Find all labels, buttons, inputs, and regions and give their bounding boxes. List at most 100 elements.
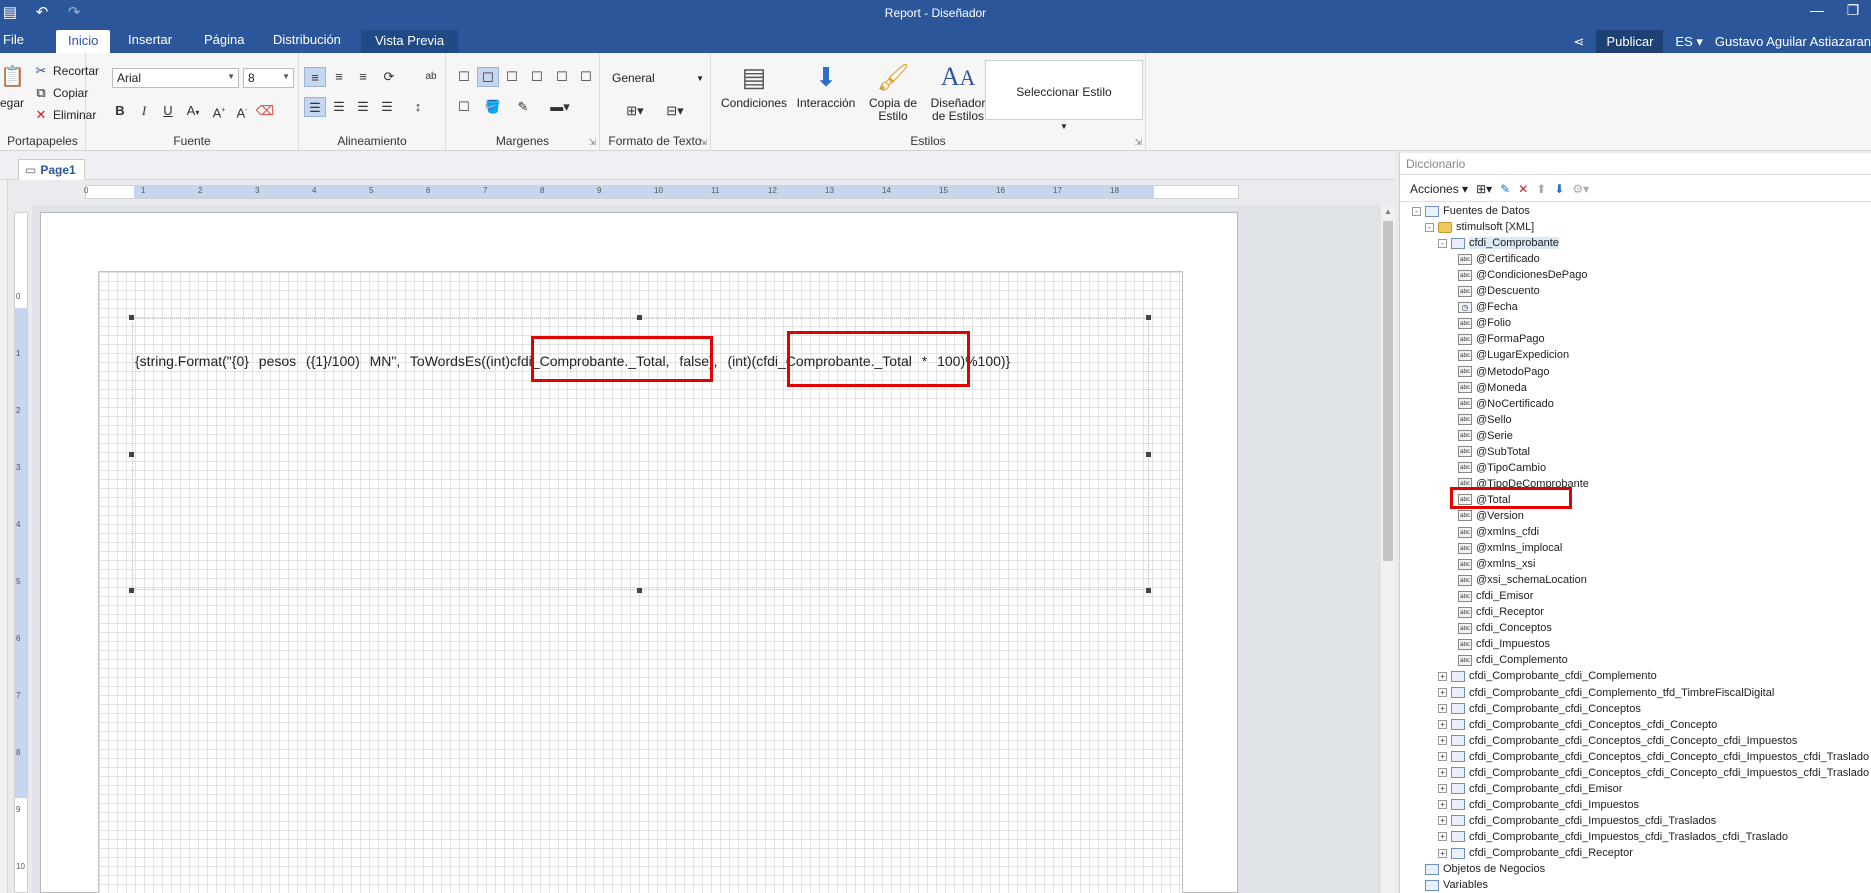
text-format-select[interactable]: General ▼ [612,71,704,85]
bold-button[interactable]: B [109,101,131,121]
copy-style-button[interactable]: 🖌 Copia de Estilo [864,59,922,123]
minimize-icon[interactable]: — [1799,2,1835,19]
tree-node[interactable]: ◷ @Fecha [1458,299,1518,315]
dialog-launcher-icon[interactable]: ⇲ [699,137,707,148]
conditions-button[interactable]: ▤ Condiciones [721,59,787,110]
tree-node[interactable]: - Fuentes de Datos [1412,203,1530,219]
expand-icon[interactable]: + [1438,671,1447,681]
edit-icon[interactable]: ✎ [1500,182,1510,196]
collapse-icon[interactable]: - [1438,238,1447,248]
tab-inicio[interactable]: Inicio [56,30,111,53]
resize-handle[interactable] [1146,315,1151,320]
resize-handle[interactable] [1146,588,1151,593]
paste-button[interactable]: 📋 egar [0,59,25,110]
align-middle-button[interactable]: ≡ [328,67,350,87]
tab-page1[interactable]: ▭ Page1 [18,159,85,180]
border-top-icon[interactable]: ☐ [501,67,523,87]
tab-file[interactable]: File [3,32,24,47]
tree-node[interactable]: Objetos de Negocios [1412,861,1545,877]
tree-node[interactable]: abc @Moneda [1458,380,1527,396]
rotate-text-icon[interactable]: ⟳ [378,67,400,87]
grow-font-button[interactable]: A+ [208,101,230,121]
tree-node[interactable]: abc @Sello [1458,412,1512,428]
shrink-font-button[interactable]: A- [231,101,253,121]
border-none-icon[interactable]: ☐ [477,67,499,87]
tree-node[interactable]: + cfdi_Comprobante_cfdi_Complemento [1438,668,1657,684]
border-style-icon[interactable]: ▬▾ [542,97,578,117]
eraser-icon[interactable]: ⌫ [254,101,276,121]
format-icon[interactable]: ⊞▾ [620,101,650,121]
justify-button[interactable]: ☰ [376,97,398,117]
tree-node[interactable]: + cfdi_Comprobante_cfdi_Receptor [1438,845,1633,861]
tree-node[interactable]: abc @NoCertificado [1458,396,1554,412]
publish-button[interactable]: Publicar [1596,30,1664,53]
report-page[interactable]: {string.Format("{0} pesos ({1}/100) MN",… [40,212,1238,893]
border-all-icon[interactable]: ☐ [453,67,475,87]
dialog-launcher-icon[interactable]: ⇲ [1134,137,1142,148]
expand-icon[interactable]: + [1438,688,1447,697]
tree-node[interactable]: + cfdi_Comprobante_cfdi_Conceptos_cfdi_Co… [1438,765,1869,781]
tree-node[interactable]: - cfdi_Comprobante [1438,235,1559,251]
align-bottom-button[interactable]: ≡ [352,67,374,87]
expand-icon[interactable]: + [1438,768,1447,778]
border-left-icon[interactable]: ☐ [526,67,548,87]
resize-handle[interactable] [637,315,642,320]
expand-icon[interactable]: + [1438,752,1447,762]
tree-node[interactable]: abc @xmlns_xsi [1458,556,1535,572]
tree-node[interactable]: + cfdi_Comprobante_cfdi_Conceptos_cfdi_Co… [1438,749,1869,765]
expand-icon[interactable]: + [1438,848,1447,858]
tree-node[interactable]: + cfdi_Comprobante_cfdi_Complemento_tfd_T… [1438,685,1774,701]
expand-icon[interactable]: + [1438,704,1447,714]
wordwrap-icon[interactable]: ab [420,67,442,87]
gear-icon[interactable]: ⚙▾ [1572,182,1589,196]
delete-icon[interactable]: ✕ [1518,182,1528,196]
collapse-icon[interactable]: - [1412,206,1421,216]
move-up-icon[interactable]: ⬆ [1536,182,1546,196]
resize-handle[interactable] [129,452,134,457]
new-item-icon[interactable]: ⊞▾ [1476,182,1492,196]
chevron-down-icon[interactable]: ▼ [1060,122,1068,131]
resize-handle[interactable] [129,315,134,320]
tab-pagina[interactable]: Página [204,32,244,47]
tree-node[interactable]: + cfdi_Comprobante_cfdi_Impuestos_cfdi_Tr… [1438,813,1716,829]
border-right-icon[interactable]: ☐ [575,67,597,87]
copy-button[interactable]: ⧉ Copiar [33,85,88,101]
resize-handle[interactable] [129,588,134,593]
interaction-button[interactable]: ⬇ Interacción [793,59,859,110]
tree-node[interactable]: abc cfdi_Conceptos [1458,620,1552,636]
border-color-icon[interactable]: ✎ [512,97,534,117]
expand-icon[interactable]: + [1438,816,1447,826]
line-spacing-icon[interactable]: ↕ [407,97,429,117]
fill-color-icon[interactable]: 🪣 [482,97,504,117]
expand-icon[interactable]: + [1438,736,1447,746]
font-color-button[interactable]: A▾ [182,101,204,121]
underline-button[interactable]: U [157,101,179,121]
align-left-button[interactable]: ☰ [304,97,326,117]
tab-distribucion[interactable]: Distribución [273,32,341,47]
tab-insertar[interactable]: Insertar [128,32,172,47]
tree-node[interactable]: abc @Version [1458,508,1524,524]
tree-node[interactable]: + cfdi_Comprobante_cfdi_Conceptos [1438,701,1641,717]
expand-icon[interactable]: + [1438,800,1447,810]
scroll-up-icon[interactable]: ▲ [1384,207,1392,216]
tree-node[interactable]: + cfdi_Comprobante_cfdi_Conceptos_cfdi_Co… [1438,717,1717,733]
italic-button[interactable]: I [133,101,155,121]
tree-node[interactable]: abc cfdi_Emisor [1458,588,1533,604]
tree-node[interactable]: abc @TipoCambio [1458,460,1546,476]
style-designer-button[interactable]: AA Diseñador de Estilos [925,59,991,123]
align-right-button[interactable]: ☰ [352,97,374,117]
share-icon[interactable]: ⋖ [1574,34,1585,50]
tree-node[interactable]: abc @Serie [1458,428,1513,444]
align-center-button[interactable]: ☰ [328,97,350,117]
tree-node[interactable]: abc @SubTotal [1458,444,1530,460]
tree-node[interactable]: Variables [1412,877,1488,893]
tree-node[interactable]: abc @CondicionesDePago [1458,267,1587,283]
tree-node[interactable]: + cfdi_Comprobante_cfdi_Conceptos_cfdi_Co… [1438,733,1797,749]
move-down-icon[interactable]: ⬇ [1554,182,1564,196]
language-selector[interactable]: ES ▾ [1675,34,1702,50]
tree-node[interactable]: abc @Descuento [1458,283,1540,299]
format-options-icon[interactable]: ⊟▾ [660,101,690,121]
align-top-button[interactable]: ≡ [304,67,326,87]
tree-node[interactable]: abc cfdi_Impuestos [1458,636,1550,652]
border-bottom-icon[interactable]: ☐ [551,67,573,87]
